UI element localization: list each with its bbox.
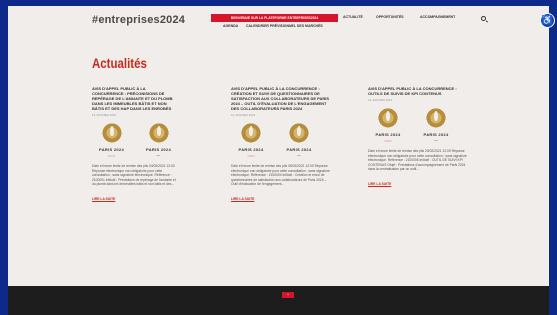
search-icon[interactable] — [481, 16, 486, 21]
read-more-link[interactable]: LIRE LA SUITE — [231, 197, 331, 201]
news-card: AVIS D'APPEL PUBLIC À LA CONCURRENCE : O… — [368, 86, 468, 186]
card-title[interactable]: AVIS D'APPEL PUBLIC À LA CONCURRENCE : O… — [368, 86, 468, 96]
news-card: AVIS D'APPEL PUBLIC À LA CONCURRENCE : C… — [231, 86, 331, 201]
card-title[interactable]: AVIS D'APPEL PUBLIC À LA CONCURRENCE : P… — [92, 86, 178, 111]
page-title: Actualités — [92, 55, 147, 71]
card-title[interactable]: AVIS D'APPEL PUBLIC À LA CONCURRENCE : C… — [231, 86, 331, 111]
olympic-rings-icon: ○○○ — [384, 138, 392, 143]
flame-icon — [148, 123, 169, 145]
back-to-top-button[interactable]: ⌃ — [282, 292, 294, 298]
nav-calendrier[interactable]: CALENDRIER PRÉVISIONNEL DES MARCHÉS — [246, 24, 323, 28]
paris2024-olympic-logo: PARIS 2024 ○○○ — [92, 123, 131, 158]
nav-opportunites[interactable]: OPPORTUNITÉS — [376, 15, 404, 19]
card-image[interactable]: PARIS 2024 ○○○ PARIS 2024 〜 — [231, 123, 331, 158]
card-date: 13 JANVIER 2021 — [231, 113, 256, 117]
card-date: 13 JANVIER 2021 — [368, 98, 393, 102]
read-more-link[interactable]: LIRE LA SUITE — [92, 197, 178, 201]
site-header: #entreprises2024 BIENVENUE SUR LA PLATEF… — [8, 6, 549, 40]
flame-icon — [289, 123, 309, 145]
nav-actualite[interactable]: ACTUALITÉ — [343, 15, 363, 19]
flame-icon — [101, 123, 122, 145]
flame-icon — [426, 108, 446, 130]
card-excerpt: Date et heure limite de remise des plis … — [368, 149, 467, 172]
paralympic-agitos-icon: 〜 — [297, 153, 301, 158]
flame-icon — [241, 123, 261, 145]
site-logo[interactable]: #entreprises2024 — [92, 14, 185, 26]
site-footer — [8, 286, 549, 315]
card-excerpt: Date et heure limite de remise des plis … — [231, 164, 330, 187]
flame-icon — [378, 108, 398, 130]
paralympic-agitos-icon: 〜 — [156, 153, 161, 158]
paralympic-agitos-icon: 〜 — [434, 138, 438, 143]
paris2024-olympic-logo: PARIS 2024 ○○○ — [231, 123, 271, 158]
olympic-rings-icon: ○○○ — [247, 153, 255, 158]
accessibility-icon[interactable]: ♿ — [540, 13, 555, 28]
paris2024-paralympic-logo: PARIS 2024 〜 — [139, 123, 178, 158]
paris2024-paralympic-logo: PARIS 2024 〜 — [416, 108, 456, 143]
card-image[interactable]: PARIS 2024 ○○○ PARIS 2024 〜 — [92, 123, 178, 158]
news-card: AVIS D'APPEL PUBLIC À LA CONCURRENCE : P… — [92, 86, 178, 201]
paris2024-paralympic-logo: PARIS 2024 〜 — [279, 123, 319, 158]
nav-agenda[interactable]: AGENDA — [223, 24, 238, 28]
olympic-rings-icon: ○○○ — [107, 153, 116, 158]
read-more-link[interactable]: LIRE LA SUITE — [368, 182, 468, 186]
platform-cta-button[interactable]: BIENVENUE SUR LA PLATEFORME ENTREPRISES2… — [211, 14, 338, 22]
card-date: 13 JANVIER 2021 — [92, 113, 117, 117]
card-excerpt: Date et heure limite de remise des plis … — [92, 164, 176, 187]
card-image[interactable]: PARIS 2024 ○○○ PARIS 2024 〜 — [368, 108, 468, 143]
paris2024-olympic-logo: PARIS 2024 ○○○ — [368, 108, 408, 143]
nav-accompagnement[interactable]: ACCOMPAGNEMENT — [420, 15, 455, 19]
browser-viewport: #entreprises2024 BIENVENUE SUR LA PLATEF… — [8, 6, 549, 315]
